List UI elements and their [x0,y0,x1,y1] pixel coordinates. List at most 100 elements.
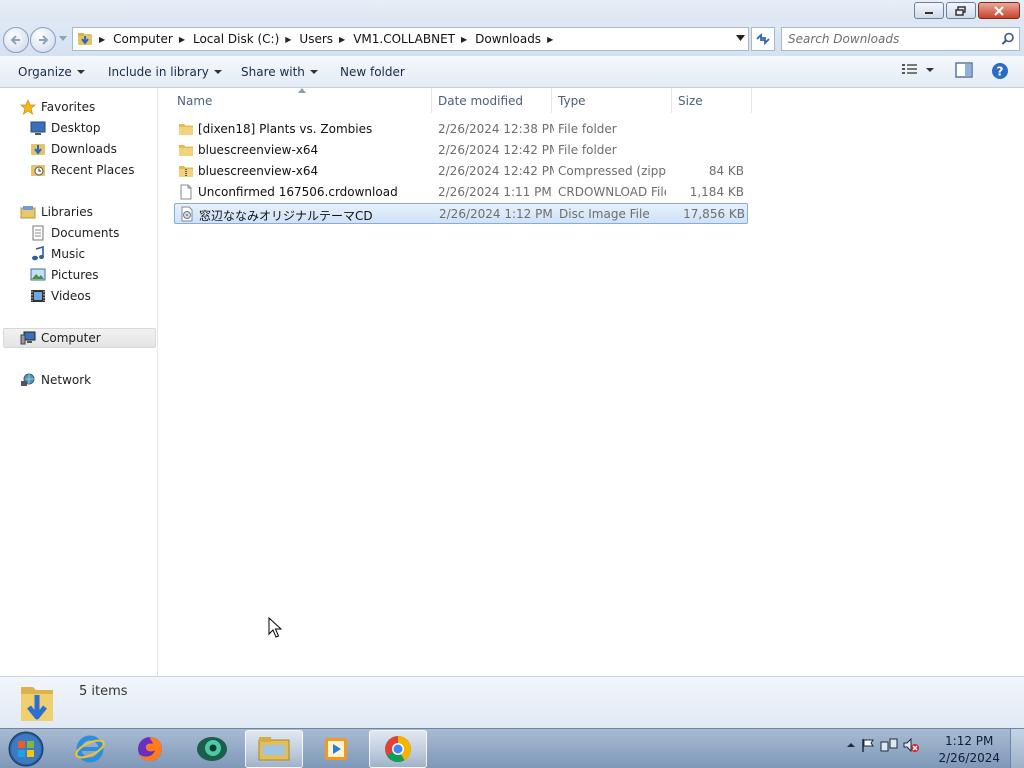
file-row[interactable]: [dixen18] Plants vs. Zombies 2/26/2024 1… [174,119,748,140]
taskbar-windows-explorer[interactable] [245,730,303,768]
restore-button[interactable] [946,2,976,19]
column-header-size-label: Size [678,93,703,108]
column-divider[interactable] [431,88,432,113]
help-button[interactable]: ? [991,62,1009,80]
nav-pictures[interactable]: Pictures [30,265,99,285]
navigation-pane: Favorites Desktop Downloads Recent Place… [0,88,158,676]
search-icon[interactable] [1001,32,1015,46]
nav-favorites[interactable]: Favorites [20,97,95,117]
minimize-icon [925,11,933,14]
network-status-icon[interactable] [880,737,898,753]
item-count: 5 items [79,684,128,699]
disc-image-icon [181,206,193,222]
breadcrumb-computer[interactable]: Computer [113,32,173,46]
address-bar[interactable]: ▶ Computer ▶ Local Disk (C:) ▶ Users ▶ V… [72,27,749,51]
desktop-icon [30,121,46,135]
change-view-button[interactable] [901,62,919,76]
show-hidden-icons-icon[interactable] [846,737,856,753]
show-desktop-button[interactable] [1010,729,1024,768]
mouse-pointer-icon [268,617,282,638]
new-folder-button[interactable]: New folder [340,65,405,79]
file-type: CRDOWNLOAD File [558,185,666,199]
breadcrumb-user-folder[interactable]: VM1.COLLABNET [353,32,455,46]
breadcrumb-downloads[interactable]: Downloads [475,32,541,46]
back-button[interactable] [3,27,29,53]
nav-network[interactable]: Network [20,370,91,390]
nav-videos[interactable]: Videos [30,286,91,306]
action-center-flag-icon[interactable] [860,737,876,753]
refresh-icon [756,32,770,46]
close-button[interactable] [978,2,1020,19]
file-row[interactable]: Unconfirmed 167506.crdownload 2/26/2024 … [174,182,748,203]
volume-muted-icon[interactable] [902,737,920,753]
file-row-selected[interactable]: 窓辺ななみオリジナルテーマCD 2/26/2024 1:12 PM Disc I… [174,203,748,224]
column-header-date-modified[interactable]: Date modified [438,88,523,113]
new-folder-label: New folder [340,65,405,79]
star-icon [20,99,36,115]
breadcrumb-separator-icon[interactable]: ▶ [339,35,345,44]
file-type: File folder [558,122,617,136]
column-header-type[interactable]: Type [558,88,586,113]
taskbar-app-three[interactable] [183,730,241,768]
forward-button[interactable] [30,27,56,53]
breadcrumb-local-disk[interactable]: Local Disk (C:) [193,32,279,46]
column-divider[interactable] [551,88,552,113]
file-type: Disc Image File [559,207,650,221]
breadcrumb-separator-icon[interactable]: ▶ [179,35,185,44]
taskbar-firefox[interactable] [121,730,179,768]
breadcrumb-separator-icon[interactable]: ▶ [461,35,467,44]
file-row[interactable]: bluescreenview-x64 2/26/2024 12:42 PM Co… [174,161,748,182]
column-header-size[interactable]: Size [678,88,703,113]
nav-computer[interactable]: Computer [3,328,156,348]
file-type: Compressed (zipp... [558,164,666,178]
share-with-button[interactable]: Share with [241,65,318,79]
nav-recent-places[interactable]: Recent Places [30,160,134,180]
breadcrumb-separator-icon[interactable]: ▶ [99,35,105,44]
file-name: bluescreenview-x64 [198,164,319,178]
nav-downloads-label: Downloads [51,142,117,156]
column-divider[interactable] [671,88,672,113]
breadcrumb-users[interactable]: Users [299,32,333,46]
file-date-modified: 2/26/2024 1:11 PM [438,185,552,199]
column-divider[interactable] [751,88,752,113]
nav-downloads[interactable]: Downloads [30,139,117,159]
search-input[interactable] [788,31,988,47]
nav-documents[interactable]: Documents [30,223,119,243]
system-clock[interactable]: 1:12 PM 2/26/2024 [938,733,1000,767]
organize-button[interactable]: Organize [18,65,85,79]
more-views-dropdown[interactable] [926,68,934,72]
preview-pane-button[interactable] [955,62,973,78]
address-history-dropdown-icon[interactable] [736,35,745,41]
file-name: bluescreenview-x64 [198,143,319,157]
command-bar: Organize Include in library Share with N… [0,56,1024,88]
column-header-name[interactable]: Name [177,88,212,113]
breadcrumb-separator-icon[interactable]: ▶ [285,35,291,44]
documents-icon [32,225,44,241]
minimize-button[interactable] [914,2,944,19]
taskbar-internet-explorer[interactable] [61,730,119,768]
start-button[interactable] [6,730,46,768]
sort-ascending-icon [298,88,306,93]
breadcrumb-label: Users [299,32,334,46]
nav-documents-label: Documents [51,226,120,240]
preview-pane-icon [955,62,973,78]
search-box[interactable] [781,27,1020,51]
network-icon [21,373,35,386]
file-row[interactable]: bluescreenview-x64 2/26/2024 12:42 PM Fi… [174,140,748,161]
nav-music[interactable]: Music [30,244,85,264]
forward-arrow-icon [39,35,49,45]
nav-libraries[interactable]: Libraries [20,202,93,222]
breadcrumb-separator-icon[interactable]: ▶ [547,35,553,44]
restore-icon [955,5,966,16]
refresh-button[interactable] [751,27,775,51]
nav-desktop[interactable]: Desktop [30,118,101,138]
file-name: 窓辺ななみオリジナルテーマCD [199,209,373,223]
include-in-library-button[interactable]: Include in library [108,65,222,79]
taskbar-chrome[interactable] [369,730,427,768]
view-details-icon [902,64,917,74]
column-header-date-label: Date modified [438,93,524,108]
recent-pages-dropdown-icon[interactable] [59,36,67,41]
taskbar-media-player[interactable] [307,730,365,768]
breadcrumb-label: Local Disk (C:) [192,32,280,46]
address-row: ▶ Computer ▶ Local Disk (C:) ▶ Users ▶ V… [0,22,1024,56]
